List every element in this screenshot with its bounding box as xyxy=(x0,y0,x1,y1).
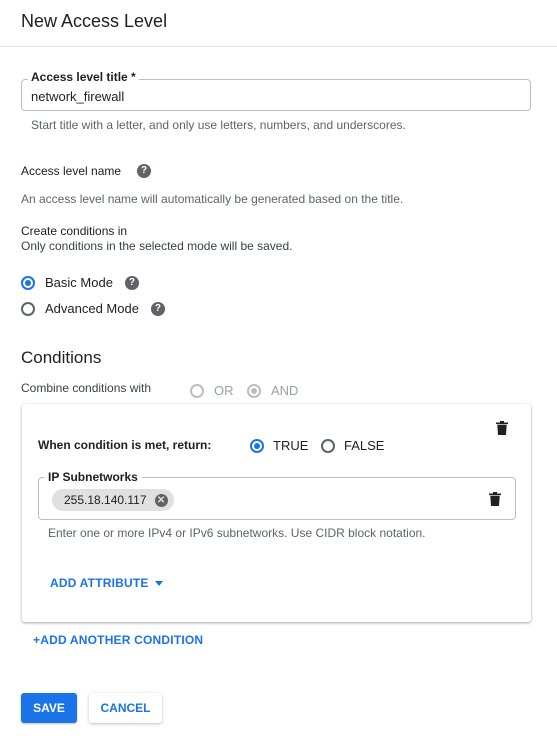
page-title: New Access Level xyxy=(21,11,168,31)
conditions-title: Conditions xyxy=(21,348,102,367)
return-false-radio[interactable] xyxy=(321,438,335,453)
title-hint: Start title with a letter, and only use … xyxy=(31,118,406,132)
combine-or-radio[interactable] xyxy=(190,383,204,398)
ip-subnetworks-hint: Enter one or more IPv4 or IPv6 subnetwor… xyxy=(48,526,426,540)
return-false-label: FALSE xyxy=(344,438,385,453)
chevron-down-icon xyxy=(154,581,163,587)
return-label: When condition is met, return: xyxy=(38,438,212,452)
help-icon[interactable]: ? xyxy=(150,301,165,316)
access-level-name-description: An access level name will automatically … xyxy=(21,192,404,206)
return-true-label: TRUE xyxy=(273,438,309,453)
return-false-option[interactable]: FALSE xyxy=(321,438,384,453)
access-level-name-label: Access level name xyxy=(21,164,122,178)
advanced-mode-radio[interactable] xyxy=(21,301,35,316)
trash-icon xyxy=(489,492,501,506)
combine-or-label: OR xyxy=(214,383,234,398)
basic-mode-radio[interactable] xyxy=(21,275,35,290)
combine-and-label: AND xyxy=(271,383,299,398)
combine-and-radio[interactable] xyxy=(247,383,261,398)
access-level-title-value[interactable]: network_firewall xyxy=(31,89,124,104)
save-button[interactable]: SAVE xyxy=(21,693,77,723)
cancel-button[interactable]: CANCEL xyxy=(89,693,162,723)
help-icon[interactable]: ? xyxy=(137,164,151,178)
ip-subnetworks-label: IP Subnetworks xyxy=(44,470,142,484)
basic-mode-option[interactable]: Basic Mode ? xyxy=(21,275,139,290)
add-attribute-label: ADD ATTRIBUTE xyxy=(50,576,149,590)
combine-and-option[interactable]: AND xyxy=(247,383,298,398)
return-true-radio[interactable] xyxy=(250,438,264,453)
trash-icon xyxy=(496,421,508,435)
delete-condition-button[interactable] xyxy=(496,421,508,440)
advanced-mode-label: Advanced Mode xyxy=(45,301,139,316)
access-level-title-label: Access level title * xyxy=(28,70,139,84)
create-conditions-label: Create conditions in xyxy=(21,224,128,238)
add-attribute-button[interactable]: ADD ATTRIBUTE xyxy=(50,576,163,590)
combine-or-option[interactable]: OR xyxy=(190,383,234,398)
ip-chip-label: 255.18.140.117 xyxy=(64,493,147,507)
combine-conditions-label: Combine conditions with xyxy=(21,381,152,395)
chip-remove-icon[interactable]: ✕ xyxy=(154,493,168,507)
help-icon[interactable]: ? xyxy=(124,275,139,290)
add-another-condition-button[interactable]: +ADD ANOTHER CONDITION xyxy=(33,633,203,647)
ip-chip[interactable]: 255.18.140.117 ✕ xyxy=(52,489,174,511)
basic-mode-label: Basic Mode xyxy=(45,275,113,290)
return-true-option[interactable]: TRUE xyxy=(250,438,308,453)
advanced-mode-option[interactable]: Advanced Mode ? xyxy=(21,301,165,316)
create-conditions-sublabel: Only conditions in the selected mode wil… xyxy=(21,239,293,253)
delete-attribute-button[interactable] xyxy=(489,492,501,511)
header-divider xyxy=(0,46,557,47)
